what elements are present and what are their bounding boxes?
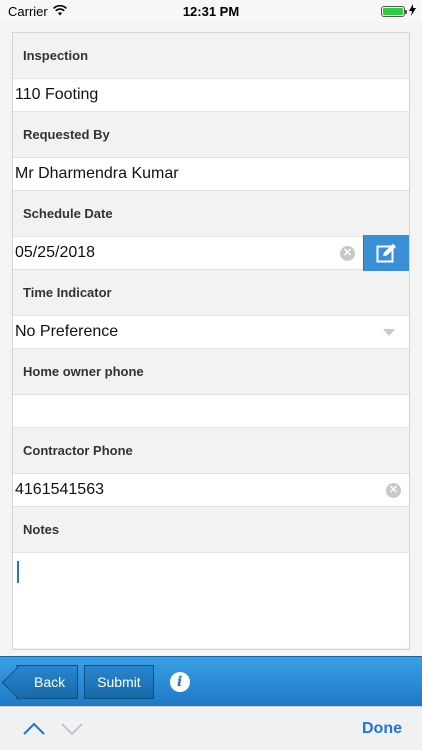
status-left: Carrier: [8, 4, 67, 19]
time-indicator-value: No Preference: [15, 323, 119, 340]
charging-icon: [409, 3, 416, 19]
clear-date-icon[interactable]: ✕: [340, 245, 355, 261]
info-icon[interactable]: i: [169, 671, 190, 692]
requested-by-field[interactable]: Mr Dharmendra Kumar: [13, 157, 409, 191]
battery-icon: [381, 5, 407, 17]
done-button[interactable]: Done: [362, 720, 402, 738]
battery-fill: [383, 7, 403, 15]
status-right: [381, 3, 416, 19]
inspection-form: Inspection 110 Footing Requested By Mr D…: [12, 32, 410, 650]
contractor-phone-value: 4161541563: [15, 481, 104, 498]
home-owner-phone-label: Home owner phone: [23, 364, 144, 379]
contractor-phone-field[interactable]: 4161541563 ✕: [13, 473, 409, 507]
submit-button[interactable]: Submit: [84, 664, 154, 699]
keyboard-accessory-bar: Done: [0, 706, 422, 750]
home-owner-phone-field[interactable]: [13, 394, 409, 428]
submit-button-label: Submit: [97, 673, 141, 690]
inspection-label: Inspection: [23, 48, 89, 63]
inspection-field[interactable]: 110 Footing: [13, 78, 409, 112]
chevron-up-icon[interactable]: [20, 715, 48, 743]
chevron-down-icon: [383, 328, 395, 336]
requested-by-value: Mr Dharmendra Kumar: [15, 165, 179, 182]
contractor-phone-label: Contractor Phone: [23, 443, 133, 458]
edit-icon: [376, 243, 396, 263]
notes-label: Notes: [23, 522, 60, 537]
status-bar: Carrier 12:31 PM: [0, 0, 422, 22]
wifi-icon: [52, 4, 67, 19]
chevron-down-nav-icon[interactable]: [58, 715, 86, 743]
time-indicator-select[interactable]: No Preference: [13, 315, 409, 349]
back-button-label: Back: [34, 673, 66, 690]
edit-date-button[interactable]: [363, 235, 409, 271]
text-cursor: [17, 561, 19, 583]
inspection-value: 110 Footing: [15, 86, 99, 103]
carrier-label: Carrier: [8, 3, 48, 19]
schedule-date-field[interactable]: 05/25/2018 ✕: [13, 235, 409, 271]
notes-textarea[interactable]: [13, 552, 409, 648]
requested-by-label: Requested By: [23, 127, 110, 142]
back-button[interactable]: Back: [16, 664, 79, 699]
schedule-date-label: Schedule Date: [23, 206, 113, 221]
schedule-date-value: 05/25/2018: [15, 244, 96, 261]
bottom-toolbar: Back Submit i: [0, 656, 422, 706]
clear-phone-icon[interactable]: ✕: [386, 482, 401, 498]
time-indicator-label: Time Indicator: [23, 285, 112, 300]
